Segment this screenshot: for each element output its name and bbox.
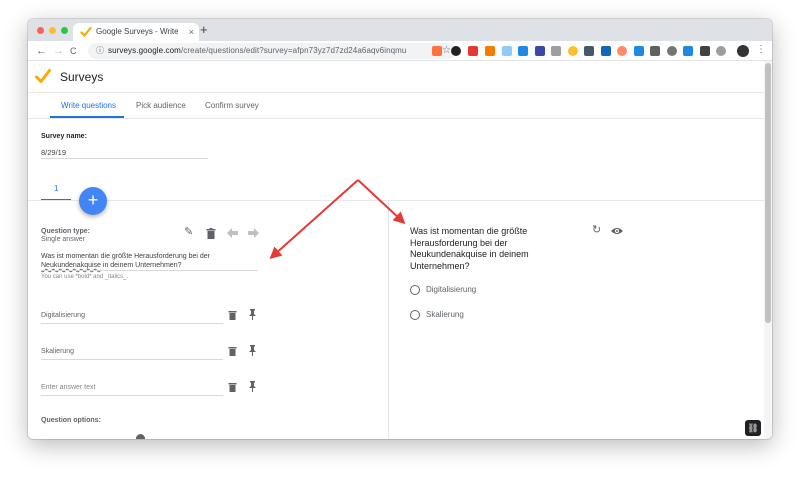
back-icon[interactable]: ← <box>36 44 47 58</box>
extension-icon[interactable] <box>535 46 545 56</box>
new-answer-input[interactable]: Enter answer text <box>41 384 95 391</box>
move-down-icon[interactable] <box>248 228 259 238</box>
profile-avatar[interactable] <box>737 45 749 57</box>
preview-option-label: Skalierung <box>426 310 464 319</box>
radio-button[interactable] <box>410 285 420 295</box>
question-tab-1[interactable]: 1 <box>54 184 58 193</box>
surveys-logo-icon <box>35 69 51 83</box>
question-text-part: Was ist momentan die größte Herausforder… <box>41 253 210 260</box>
url-host: surveys.google.com <box>108 46 181 55</box>
extension-icon[interactable] <box>502 46 512 56</box>
delete-question-icon[interactable] <box>206 228 216 239</box>
question-text-input[interactable]: Was ist momentan die größte Herausforder… <box>41 252 241 270</box>
preview-question-text: Was ist momentan die größte Herausforder… <box>410 226 529 271</box>
tab-confirm-survey[interactable]: Confirm survey <box>205 101 259 110</box>
minimize-window-button[interactable] <box>49 27 56 34</box>
bookmark-star-icon[interactable]: ☆ <box>442 44 451 58</box>
extension-icon[interactable] <box>485 46 495 56</box>
pin-answer-icon[interactable] <box>248 381 257 392</box>
step-tabs: Write questions Pick audience Confirm su… <box>28 93 764 119</box>
close-window-button[interactable] <box>37 27 44 34</box>
site-info-icon[interactable]: ⓘ <box>96 46 104 56</box>
extension-icon[interactable] <box>584 46 594 56</box>
tab-close-icon[interactable]: × <box>189 26 194 38</box>
survey-name-label: Survey name: <box>41 133 87 140</box>
answer-input-2[interactable]: Skalierung <box>41 348 74 355</box>
question-tabs-divider <box>28 200 764 201</box>
extension-icon[interactable] <box>667 46 677 56</box>
extension-icon[interactable] <box>451 46 461 56</box>
pin-answer-icon[interactable] <box>248 345 257 356</box>
question-options-label: Question options: <box>41 417 101 424</box>
question-text-underline <box>41 270 258 271</box>
forward-icon[interactable]: → <box>53 44 64 58</box>
page-scrollbar[interactable] <box>764 61 772 439</box>
app-title: Surveys <box>60 70 104 84</box>
answer-underline <box>41 395 223 396</box>
edit-icon[interactable]: ✎ <box>184 226 193 239</box>
survey-name-underline <box>41 158 208 159</box>
pin-answer-icon[interactable] <box>248 309 257 320</box>
reload-icon[interactable]: C <box>70 44 77 58</box>
extension-icon[interactable] <box>468 46 478 56</box>
scrollbar-thumb[interactable] <box>765 63 771 323</box>
extension-icon[interactable] <box>650 46 660 56</box>
add-question-button[interactable]: + <box>79 187 107 215</box>
survey-name-input[interactable]: 8/29/19 <box>41 148 66 157</box>
url-text: surveys.google.com/create/questions/edit… <box>108 46 406 55</box>
tab-pick-audience[interactable]: Pick audience <box>136 101 186 110</box>
extension-icon[interactable] <box>432 46 442 56</box>
preview-eye-icon[interactable] <box>611 227 623 235</box>
surveys-favicon-icon <box>80 26 92 38</box>
app-header: Surveys <box>28 61 764 93</box>
browser-toolbar: ← → C ⓘ surveys.google.com/create/questi… <box>28 41 772 61</box>
extension-icon[interactable] <box>634 46 644 56</box>
extension-icon[interactable] <box>551 46 561 56</box>
question-type-label: Question type: <box>41 228 91 235</box>
radio-button[interactable] <box>410 310 420 320</box>
active-tab-indicator <box>50 116 124 118</box>
question-option-checkbox[interactable] <box>49 434 129 439</box>
link-icon[interactable]: ⛓ <box>745 420 761 436</box>
answer-input-1[interactable]: Digitalisierung <box>41 312 85 319</box>
address-bar[interactable]: ⓘ surveys.google.com/create/questions/ed… <box>88 43 456 59</box>
reload-preview-icon[interactable]: ↻ <box>592 224 601 237</box>
extension-icon[interactable] <box>568 46 578 56</box>
answer-underline <box>41 359 223 360</box>
tab-title: Google Surveys - Write questio <box>96 27 178 36</box>
extension-icon[interactable] <box>617 46 627 56</box>
extension-icon[interactable] <box>601 46 611 56</box>
tab-strip: Google Surveys - Write questio × + <box>28 19 772 41</box>
formatting-hint: You can use *bold* and _italics_. <box>41 274 129 280</box>
extension-icon[interactable] <box>518 46 528 56</box>
delete-answer-icon[interactable] <box>228 310 237 320</box>
browser-tab[interactable]: Google Surveys - Write questio × <box>73 23 199 41</box>
preview-option-label: Digitalisierung <box>426 285 477 294</box>
url-path: /create/questions/edit?survey=afpn73yz7d… <box>180 46 407 55</box>
question-text-misspelled: Neukundenakquise <box>41 262 101 269</box>
pane-divider <box>388 201 389 439</box>
question-text-part: in deinem Unternehmen? <box>100 262 182 269</box>
extension-icon[interactable] <box>716 46 726 56</box>
extension-icon[interactable] <box>700 46 710 56</box>
info-icon[interactable] <box>136 434 145 439</box>
extension-icon[interactable] <box>683 46 693 56</box>
tab-write-questions[interactable]: Write questions <box>61 101 116 110</box>
new-tab-button[interactable]: + <box>200 22 208 38</box>
answer-underline <box>41 323 223 324</box>
move-up-icon[interactable] <box>227 228 238 238</box>
delete-answer-icon[interactable] <box>228 346 237 356</box>
zoom-window-button[interactable] <box>61 27 68 34</box>
delete-answer-icon[interactable] <box>228 382 237 392</box>
question-type-value[interactable]: Single answer <box>41 236 85 243</box>
browser-window: Google Surveys - Write questio × + ← → C… <box>28 19 772 439</box>
menu-icon[interactable]: ⋮ <box>756 44 766 56</box>
